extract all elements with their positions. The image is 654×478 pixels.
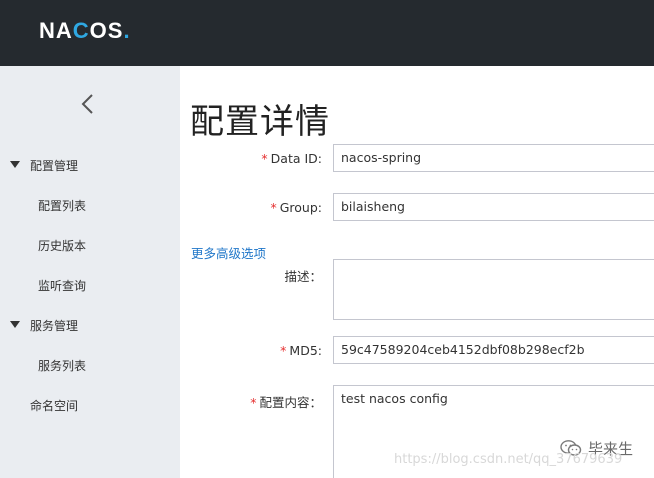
required-mark: *	[270, 200, 277, 215]
collapse-sidebar-icon[interactable]	[78, 92, 98, 116]
data-id-label-text: Data ID:	[270, 151, 322, 166]
main-content: 配置详情 * Data ID: nacos-spring * Group: bila…	[180, 66, 654, 478]
data-id-label: * Data ID:	[261, 151, 322, 166]
nav-group-service-management[interactable]: 服务管理	[0, 310, 180, 340]
top-header: NACOS.	[0, 0, 654, 66]
required-mark: *	[261, 151, 268, 166]
caret-down-icon	[10, 161, 20, 168]
nav-group-label: 配置管理	[30, 159, 79, 173]
content-label: * 配置内容：	[250, 392, 322, 411]
md5-field[interactable]: 59c47589204ceb4152dbf08b298ecf2b	[333, 336, 654, 364]
group-label-text: Group:	[279, 200, 322, 215]
caret-down-icon	[10, 321, 20, 328]
md5-label: * MD5:	[280, 343, 322, 358]
sidebar-item-label: 服务列表	[38, 359, 87, 373]
description-textarea[interactable]	[333, 259, 654, 320]
more-advanced-options-link[interactable]: 更多高级选项	[191, 243, 266, 262]
group-label: * Group:	[270, 200, 322, 215]
content-label-text: 配置内容：	[259, 395, 322, 410]
sidebar-item-config-list[interactable]: 配置列表	[0, 190, 180, 220]
sidebar-item-label: 命名空间	[30, 399, 79, 413]
required-mark: *	[280, 343, 287, 358]
nacos-logo[interactable]: NACOS.	[39, 18, 131, 44]
sidebar-item-listener-query[interactable]: 监听查询	[0, 270, 180, 300]
page-title: 配置详情	[190, 102, 330, 142]
sidebar: 配置管理 配置列表 历史版本 监听查询 服务管理 服务列表 命名空间	[0, 66, 180, 478]
sidebar-item-label: 历史版本	[38, 239, 87, 253]
sidebar-item-label: 配置列表	[38, 199, 87, 213]
required-mark: *	[250, 395, 257, 410]
md5-label-text: MD5:	[289, 343, 322, 358]
nav-group-label: 服务管理	[30, 319, 79, 333]
nav-group-config-management[interactable]: 配置管理	[0, 150, 180, 180]
group-field[interactable]: bilaisheng	[333, 193, 654, 221]
url-watermark: https://blog.csdn.net/qq_37679639	[394, 452, 623, 467]
sidebar-item-label: 监听查询	[38, 279, 87, 293]
sidebar-item-history[interactable]: 历史版本	[0, 230, 180, 260]
sidebar-item-service-list[interactable]: 服务列表	[0, 350, 180, 380]
description-label: 描述：	[284, 269, 322, 284]
data-id-field[interactable]: nacos-spring	[333, 144, 654, 172]
sidebar-item-namespace[interactable]: 命名空间	[0, 390, 180, 420]
